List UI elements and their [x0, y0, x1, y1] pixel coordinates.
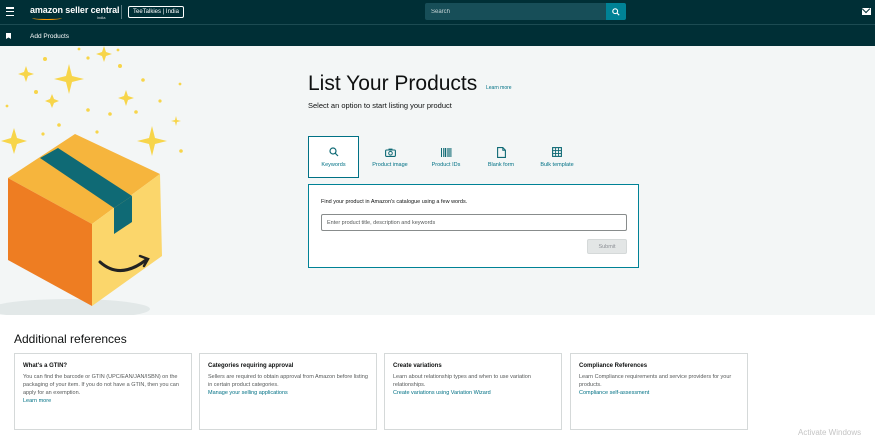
reference-card-text: Learn Compliance requirements and servic… [579, 374, 732, 388]
logo-text: amazon seller central [30, 5, 120, 15]
learn-more-link[interactable]: Learn more [486, 85, 512, 91]
activate-windows-watermark: Activate Windows [798, 428, 862, 437]
reference-card-link[interactable]: Learn more [23, 398, 183, 404]
logo-smile-icon [32, 16, 62, 20]
reference-card-gtin: What's a GTIN? You can find the barcode … [14, 353, 192, 430]
logo-suffix: india [97, 15, 106, 20]
page-title: List Your Products [308, 72, 478, 95]
reference-card-title: Create variations [393, 363, 442, 369]
product-box-illustration [0, 134, 162, 315]
reference-card-link[interactable]: Compliance self-assessment [579, 390, 739, 396]
camera-icon [384, 146, 396, 158]
search-button[interactable] [606, 3, 626, 20]
product-keyword-input[interactable] [321, 214, 627, 231]
tab-keywords[interactable]: Keywords [308, 136, 359, 178]
search-icon [328, 146, 339, 158]
tab-blank-form[interactable]: Blank form [480, 136, 522, 178]
header-divider [121, 5, 122, 19]
reference-card-categories: Categories requiring approval Sellers ar… [199, 353, 377, 430]
tab-label: Blank form [487, 162, 515, 168]
reference-card-link[interactable]: Create variations using Variation Wizard [393, 390, 553, 396]
reference-card-compliance: Compliance References Learn Compliance r… [570, 353, 748, 430]
tab-product-image[interactable]: Product image [366, 136, 414, 178]
tab-label: Product image [372, 162, 408, 168]
reference-card-text: Sellers are required to obtain approval … [208, 374, 368, 388]
search-icon [612, 7, 620, 16]
top-navigation-bar: amazon seller central india TeeTalkies |… [0, 0, 875, 24]
menu-icon[interactable] [6, 7, 14, 16]
reference-card-text: You can find the barcode or GTIN (UPC/EA… [23, 374, 179, 396]
tab-label: Bulk template [540, 162, 574, 168]
document-icon [496, 146, 506, 158]
tab-product-ids[interactable]: Product IDs [424, 136, 468, 178]
keyword-search-card: Find your product in Amazon's catalogue … [308, 184, 639, 268]
reference-card-variations: Create variations Learn about relationsh… [384, 353, 562, 430]
reference-card-text: Learn about relationship types and when … [393, 374, 531, 388]
references-heading: Additional references [14, 332, 127, 346]
reference-card-title: What's a GTIN? [23, 363, 68, 369]
search-bar [425, 3, 626, 20]
tab-bulk-template[interactable]: Bulk template [534, 136, 580, 178]
amazon-seller-central-logo[interactable]: amazon seller central india [30, 5, 120, 21]
submit-button[interactable]: Submit [587, 239, 627, 254]
tab-label: Keywords [321, 162, 346, 168]
reference-card-title: Compliance References [579, 363, 648, 369]
mail-icon[interactable] [862, 8, 871, 15]
bookmark-icon[interactable] [6, 33, 11, 39]
page-subtitle: Select an option to start listing your p… [308, 101, 452, 110]
search-input[interactable] [425, 3, 606, 20]
spreadsheet-icon [552, 146, 562, 158]
store-switcher[interactable]: TeeTalkies | India [128, 6, 184, 18]
breadcrumb-bar: Add Products [0, 24, 875, 46]
reference-card-title: Categories requiring approval [208, 363, 294, 369]
barcode-icon [440, 146, 452, 158]
card-instruction: Find your product in Amazon's catalogue … [321, 199, 468, 205]
tab-label: Product IDs [431, 162, 461, 168]
breadcrumb-current: Add Products [30, 33, 70, 40]
reference-card-link[interactable]: Manage your selling applications [208, 390, 368, 396]
